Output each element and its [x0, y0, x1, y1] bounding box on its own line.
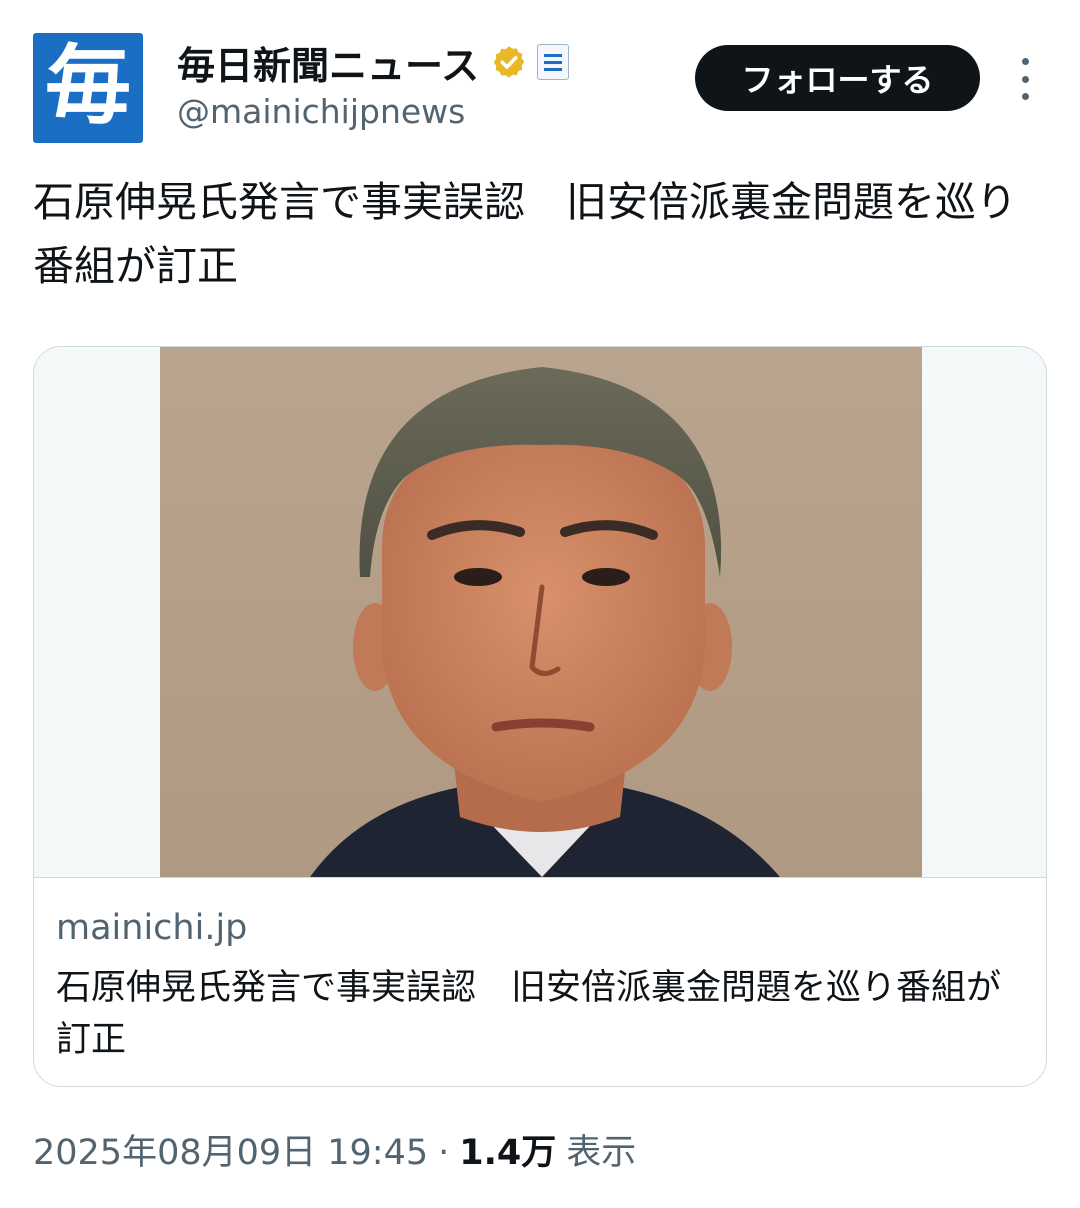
- tweet-meta: 2025年08月09日 19:45 · 1.4万 表示: [33, 1124, 636, 1175]
- display-name[interactable]: 毎日新聞ニュース: [177, 35, 479, 90]
- handle[interactable]: @mainichijpnews: [177, 92, 465, 131]
- views-label: 表示: [566, 1133, 637, 1173]
- verified-badge-icon: [493, 46, 525, 78]
- meta-separator: ·: [438, 1133, 450, 1173]
- affiliation-icon[interactable]: [537, 44, 570, 80]
- timestamp[interactable]: 2025年08月09日 19:45: [33, 1124, 428, 1175]
- card-body[interactable]: mainichi.jp 石原伸晃氏発言で事実誤認 旧安倍派裏金問題を巡り番組が訂…: [34, 877, 1046, 1086]
- avatar-glyph: 毎: [45, 35, 131, 136]
- avatar[interactable]: 毎: [33, 33, 143, 143]
- card-image[interactable]: [34, 347, 1046, 877]
- more-icon[interactable]: [1008, 58, 1042, 100]
- account-name-row: 毎日新聞ニュース: [177, 38, 570, 88]
- link-card[interactable]: mainichi.jp 石原伸晃氏発言で事実誤認 旧安倍派裏金問題を巡り番組が訂…: [33, 346, 1047, 1087]
- follow-button[interactable]: フォローする: [695, 45, 980, 111]
- tweet-text: 石原伸晃氏発言で事実誤認 旧安倍派裏金問題を巡り番組が訂正: [33, 178, 1017, 290]
- views-count: 1.4万: [459, 1133, 557, 1173]
- card-title: 石原伸晃氏発言で事実誤認 旧安倍派裏金問題を巡り番組が訂正: [56, 968, 1002, 1060]
- card-domain: mainichi.jp: [56, 908, 248, 948]
- portrait-photo-icon: [160, 347, 922, 877]
